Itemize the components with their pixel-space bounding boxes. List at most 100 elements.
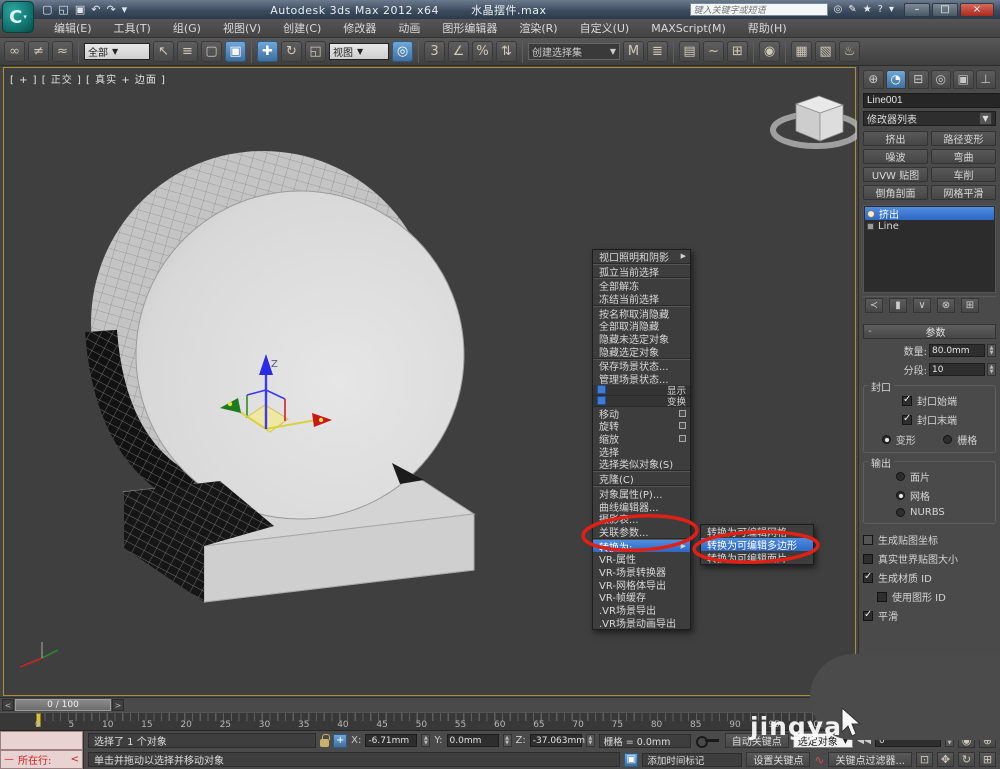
mirror-icon[interactable]: M bbox=[623, 41, 644, 62]
render-production-icon[interactable]: ♨ bbox=[839, 41, 860, 62]
close-button[interactable]: × bbox=[960, 3, 994, 17]
cap-start-checkbox[interactable] bbox=[902, 396, 912, 406]
gen-material-ids-checkbox[interactable] bbox=[863, 573, 873, 583]
menu-tools[interactable]: 工具(T) bbox=[104, 18, 161, 38]
lightbulb-icon[interactable] bbox=[867, 210, 875, 218]
amount-spinner[interactable]: ▲▼ bbox=[987, 344, 996, 357]
absolute-mode-icon[interactable]: + bbox=[333, 734, 347, 748]
tab-display-icon[interactable]: ▣ bbox=[953, 70, 974, 89]
modifier-button-bend[interactable]: 弯曲 bbox=[931, 149, 996, 164]
unlink-selection-icon[interactable]: ≠ bbox=[28, 41, 49, 62]
y-spinner[interactable]: ▲▼ bbox=[503, 734, 512, 747]
settings-box-icon[interactable] bbox=[679, 422, 686, 429]
menu-item-convert-editable-patch[interactable]: 转换为可编辑面片 bbox=[701, 551, 813, 564]
redo-icon[interactable]: ↷ bbox=[106, 3, 115, 16]
show-end-result-icon[interactable]: ▮ bbox=[889, 298, 907, 313]
menu-maxscript[interactable]: MAXScript(M) bbox=[641, 20, 736, 37]
set-key-button[interactable]: 设置关键点 bbox=[746, 752, 810, 767]
select-and-move-icon[interactable]: ✚ bbox=[257, 41, 278, 62]
orbit-icon[interactable]: ↻ bbox=[958, 752, 975, 767]
listener-row[interactable] bbox=[0, 731, 83, 750]
menu-item-isolate-selection[interactable]: 孤立当前选择 bbox=[593, 265, 690, 278]
morph-radio[interactable] bbox=[882, 435, 891, 444]
window-crossing-icon[interactable]: ▣ bbox=[225, 41, 246, 62]
y-coordinate-field[interactable]: 0.0mm bbox=[447, 734, 499, 747]
stack-item-line[interactable]: Line bbox=[865, 220, 994, 233]
settings-box-icon[interactable] bbox=[679, 410, 686, 417]
time-slider-handle[interactable]: 0 / 100 bbox=[15, 699, 111, 711]
new-file-icon[interactable]: ▢ bbox=[42, 3, 52, 16]
communication-center-icon[interactable]: ✎ bbox=[848, 4, 856, 15]
search-icon[interactable]: ◎ bbox=[834, 4, 843, 15]
key-filters-button[interactable]: 关键点过滤器... bbox=[828, 752, 912, 767]
isolate-toggle-icon[interactable]: ▣ bbox=[624, 753, 638, 767]
prev-frame-button[interactable]: < bbox=[2, 699, 14, 711]
align-icon[interactable]: ≣ bbox=[647, 41, 668, 62]
cap-end-checkbox[interactable] bbox=[902, 415, 912, 425]
material-editor-icon[interactable]: ◉ bbox=[759, 41, 780, 62]
track-bar-ruler[interactable]: 05 1015 2025 3035 4045 5055 6065 7075 80… bbox=[0, 712, 856, 731]
selection-filter-dropdown[interactable]: 全部▼ bbox=[84, 43, 150, 60]
menu-item-select-similar[interactable]: 选择类似对象(S) bbox=[593, 458, 690, 471]
menu-customize[interactable]: 自定义(U) bbox=[570, 18, 640, 38]
z-coordinate-field[interactable]: -37.063mm bbox=[530, 734, 582, 747]
layer-manager-icon[interactable]: ▤ bbox=[679, 41, 700, 62]
use-pivot-center-icon[interactable]: ◎ bbox=[392, 41, 413, 62]
help-menu-arrow-icon[interactable]: ▾ bbox=[889, 4, 894, 15]
x-coordinate-field[interactable]: -6.71mm bbox=[365, 734, 417, 747]
reference-coordinate-dropdown[interactable]: 视图▼ bbox=[329, 43, 389, 60]
save-file-icon[interactable]: ▣ bbox=[75, 3, 85, 16]
modifier-button-lathe[interactable]: 车削 bbox=[931, 167, 996, 182]
real-world-map-checkbox[interactable] bbox=[863, 554, 873, 564]
menu-animation[interactable]: 动画 bbox=[388, 18, 430, 38]
collapse-icon[interactable]: - bbox=[864, 326, 876, 337]
grid-radio[interactable] bbox=[943, 435, 952, 444]
configure-modifier-sets-icon[interactable]: ⊞ bbox=[961, 298, 979, 313]
object-name-field[interactable] bbox=[863, 93, 1000, 108]
modifier-list-dropdown[interactable]: 修改器列表 ▼ bbox=[863, 111, 996, 126]
rendered-frame-icon[interactable]: ▧ bbox=[815, 41, 836, 62]
named-selection-dropdown[interactable]: 创建选择集▼ bbox=[528, 43, 620, 60]
modifier-button-path-deform[interactable]: 路径变形 bbox=[931, 131, 996, 146]
modifier-button-uvw-map[interactable]: UVW 贴图 bbox=[863, 167, 928, 182]
viewcube[interactable] bbox=[773, 96, 857, 146]
angle-snap-icon[interactable]: ∠ bbox=[448, 41, 469, 62]
pan-hand-icon[interactable]: ✥ bbox=[937, 752, 954, 767]
modifier-button-extrude[interactable]: 挤出 bbox=[863, 131, 928, 146]
menu-item-hide-selection[interactable]: 隐藏选定对象 bbox=[593, 345, 690, 358]
select-by-name-icon[interactable]: ≡ bbox=[177, 41, 198, 62]
rollout-header[interactable]: - 参数 bbox=[863, 324, 996, 339]
x-spinner[interactable]: ▲▼ bbox=[421, 734, 430, 747]
maximize-viewport-icon[interactable]: ⊞ bbox=[979, 752, 996, 767]
app-logo-icon[interactable]: Ϲ▾ bbox=[2, 1, 34, 33]
use-shape-ids-checkbox[interactable] bbox=[877, 592, 887, 602]
search-input[interactable] bbox=[690, 3, 828, 16]
spinner-snap-icon[interactable]: ⇅ bbox=[496, 41, 517, 62]
open-file-icon[interactable]: ◱ bbox=[58, 3, 68, 16]
nurbs-radio[interactable] bbox=[896, 508, 905, 517]
rect-selection-region-icon[interactable]: ▢ bbox=[201, 41, 222, 62]
tab-motion-icon[interactable]: ◎ bbox=[931, 70, 952, 89]
select-and-link-icon[interactable]: ∞ bbox=[4, 41, 25, 62]
select-object-icon[interactable]: ↖ bbox=[153, 41, 174, 62]
add-time-tag[interactable]: 添加时间标记 bbox=[642, 753, 742, 767]
zoom-extents-icon[interactable]: ⊡ bbox=[916, 752, 933, 767]
set-key-wave-icon[interactable]: ∿ bbox=[814, 753, 824, 767]
curve-editor-icon[interactable]: ~ bbox=[703, 41, 724, 62]
mesh-radio[interactable] bbox=[896, 491, 905, 500]
percent-snap-icon[interactable]: % bbox=[472, 41, 493, 62]
stack-item-extrude[interactable]: 挤出 bbox=[865, 207, 994, 220]
bind-to-spacewarp-icon[interactable]: ≈ bbox=[52, 41, 73, 62]
listener-row[interactable]: — 所在行: < bbox=[0, 750, 83, 769]
patch-radio[interactable] bbox=[896, 472, 905, 481]
modifier-button-bevel-profile[interactable]: 倒角剖面 bbox=[863, 185, 928, 200]
menu-item-wire-parameters[interactable]: 关联参数... bbox=[593, 525, 690, 538]
favorites-icon[interactable]: ★ bbox=[863, 4, 872, 15]
menu-modifiers[interactable]: 修改器 bbox=[333, 18, 386, 38]
crystal-disc-object[interactable] bbox=[91, 151, 464, 519]
segments-spinner[interactable]: ▲▼ bbox=[987, 363, 996, 376]
settings-box-icon[interactable] bbox=[679, 435, 686, 442]
smooth-checkbox[interactable] bbox=[863, 611, 873, 621]
maximize-button[interactable]: □ bbox=[932, 3, 958, 17]
viewport-label[interactable]: [ + ] [ 正交 ] [ 真实 + 边面 ] bbox=[10, 71, 166, 86]
